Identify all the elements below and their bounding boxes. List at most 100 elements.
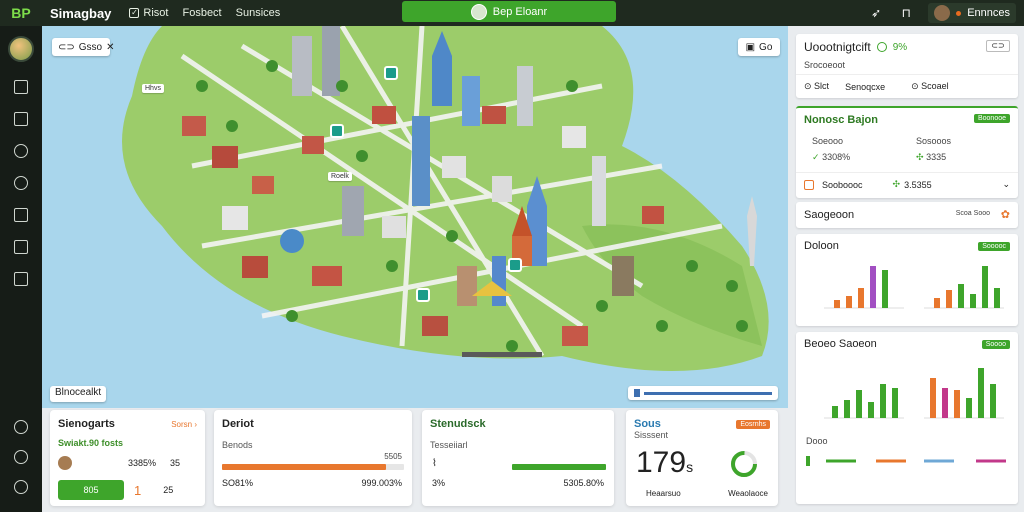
tab-slct[interactable]: ⊙ Slct bbox=[804, 81, 829, 92]
doc-icon bbox=[804, 179, 814, 190]
scale-bar bbox=[644, 391, 772, 395]
metric-value: 3335 bbox=[926, 152, 947, 162]
nav-item-sunsices[interactable]: Sunsices bbox=[236, 7, 281, 19]
row-value: 3.5355 bbox=[904, 179, 932, 190]
chart-card-1: Doloon Sooooc bbox=[796, 234, 1018, 326]
tag-icon[interactable] bbox=[14, 112, 28, 126]
link-icon[interactable] bbox=[14, 176, 28, 190]
app-logo[interactable]: BP bbox=[0, 0, 42, 26]
map-tool-label: Gsso bbox=[78, 41, 103, 53]
card-extra: Scoa Sooo bbox=[955, 210, 990, 217]
card-stat: 3% bbox=[432, 478, 446, 488]
card-progress bbox=[222, 464, 404, 470]
door-icon[interactable]: ⊓ bbox=[898, 6, 914, 20]
card-title: Saogeoon bbox=[804, 209, 855, 221]
progress-ring bbox=[731, 451, 757, 477]
header-button-label: Bep Eloanr bbox=[492, 5, 548, 18]
search-card[interactable]: Saogeoon Scoa Sooo ✿ bbox=[796, 202, 1018, 228]
right-panel: Uoootnigtcift 9% ⊂⊃ Srocoeoot ⊙ Slct Sen… bbox=[788, 26, 1024, 512]
map-pin[interactable] bbox=[330, 124, 344, 138]
building-icon[interactable] bbox=[14, 208, 28, 222]
card-progress bbox=[512, 464, 606, 470]
pin-icon: ⌇ bbox=[432, 458, 437, 469]
leaf-icon: ✣ bbox=[916, 152, 924, 162]
settings-icon[interactable]: ✿ bbox=[1001, 208, 1010, 221]
card-link[interactable]: Sorsn › bbox=[171, 420, 197, 429]
document-icon[interactable] bbox=[14, 80, 28, 94]
map-attribution-chip: Blnocealkt bbox=[50, 386, 107, 402]
chart-icon[interactable] bbox=[14, 272, 28, 286]
metrics-card: Nonosc Bajon Boonooe Soeooo Sosooos ✓ 33… bbox=[796, 106, 1018, 198]
map-tool-chip[interactable]: ⊂⊃ Gsso ✕ bbox=[52, 38, 115, 56]
map-label: Hhvs bbox=[142, 84, 164, 93]
status-ring-icon bbox=[876, 42, 887, 52]
card-title: Stenudsck bbox=[430, 418, 486, 430]
card-action-button[interactable]: 805 bbox=[58, 480, 124, 500]
avatar bbox=[470, 3, 487, 20]
settings-icon[interactable] bbox=[14, 480, 28, 494]
card-sub: Benods bbox=[222, 440, 253, 450]
card-sienogarts: Sienogarts Sorsn › Swiakt.90 fosts 3385%… bbox=[50, 410, 205, 506]
close-icon[interactable]: ✕ bbox=[106, 42, 114, 53]
card-title: Uoootnigtcift bbox=[804, 40, 871, 54]
row-title: Sooboooc bbox=[822, 179, 863, 190]
card-sub: Swiakt.90 fosts bbox=[58, 438, 124, 448]
top-nav: ✓ Risot Fosbect Sunsices bbox=[129, 7, 280, 19]
card-sub: Tesseiiarl bbox=[430, 440, 468, 450]
card-stat: 35 bbox=[170, 458, 181, 468]
card-bar-label: 5505 bbox=[384, 452, 402, 461]
card-foot: Weaolaoce bbox=[728, 489, 768, 498]
chevron-right-icon: › bbox=[194, 419, 197, 429]
card-foot: Dooo bbox=[806, 436, 828, 446]
toggle-button[interactable]: ⊂⊃ bbox=[986, 40, 1010, 52]
card-title: Beoeo Saoeon bbox=[804, 338, 877, 350]
share-icon[interactable] bbox=[14, 420, 28, 434]
progress-fill bbox=[222, 464, 386, 470]
city-map[interactable]: ⊂⊃ Gsso ✕ ▣ Go Hhvs Roelk Blnocealkt bbox=[42, 26, 788, 408]
scale-marker bbox=[634, 389, 640, 397]
list-icon[interactable] bbox=[14, 240, 28, 254]
leaf-icon: ✣ bbox=[892, 179, 901, 189]
card-stat: 3385% bbox=[128, 458, 157, 468]
top-right-tools: ➶ ⊓ Ennnces bbox=[868, 0, 1016, 26]
search-icon[interactable] bbox=[14, 450, 28, 464]
avatar bbox=[934, 5, 951, 21]
tab-scoael[interactable]: ⊙ Scoael bbox=[911, 81, 949, 92]
map-layer-chip[interactable]: ▣ Go bbox=[738, 38, 780, 56]
rocket-icon[interactable]: ➶ bbox=[868, 6, 884, 20]
card-stat: 1 bbox=[134, 482, 142, 498]
user-menu[interactable]: Ennnces bbox=[928, 3, 1016, 23]
status-badge: Boonooe bbox=[973, 114, 1010, 123]
card-title: Nonosc Bajon bbox=[804, 114, 878, 126]
nav-label: Fosbect bbox=[182, 7, 222, 19]
map-pin[interactable] bbox=[384, 66, 398, 80]
mini-bar-chart bbox=[824, 266, 1004, 309]
card-title: Deriot bbox=[222, 418, 254, 430]
check-icon: ✓ bbox=[812, 152, 820, 162]
avatar bbox=[58, 456, 72, 470]
nav-item-fosbect[interactable]: Fosbect bbox=[182, 7, 221, 19]
nav-item-risot[interactable]: ✓ Risot bbox=[129, 7, 168, 19]
header-primary-button[interactable]: Bep Eloanr bbox=[402, 1, 616, 22]
metric-value: 3308% bbox=[822, 152, 851, 162]
map-label: Roelk bbox=[328, 172, 352, 181]
card-sub: Srocoeoot bbox=[804, 60, 846, 70]
app-title: Simagbay bbox=[50, 5, 112, 21]
card-sub: Sisssent bbox=[634, 430, 669, 440]
chevron-down-icon: ⌄ bbox=[1002, 179, 1010, 189]
map-pin[interactable] bbox=[416, 288, 430, 302]
status-badge: Sooooc bbox=[978, 242, 1010, 251]
avatar[interactable] bbox=[8, 36, 34, 62]
rail-bottom bbox=[14, 420, 28, 494]
nav-label: Risot bbox=[143, 7, 169, 19]
big-metric: 179s bbox=[636, 446, 694, 479]
map-pin[interactable] bbox=[508, 258, 522, 272]
card-stat: 25 bbox=[163, 485, 174, 495]
card-stat: 5305.80% bbox=[563, 478, 604, 488]
metric-label: Sosooos bbox=[916, 136, 952, 146]
location-icon[interactable] bbox=[14, 144, 28, 158]
dropdown-row[interactable]: Sooboooc ✣ 3.5355 ⌄ bbox=[796, 172, 1018, 196]
metric-label: Soeooo bbox=[812, 136, 844, 146]
link-icon: ⊂⊃ bbox=[58, 41, 75, 53]
mini-bar-chart bbox=[824, 368, 1004, 419]
